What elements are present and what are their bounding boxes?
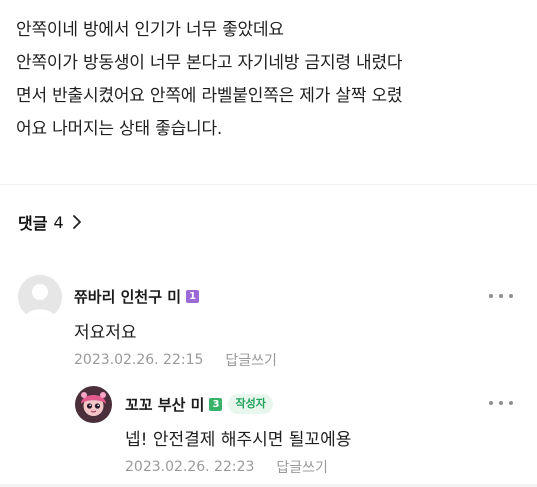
reply-item: 꼬꼬 부산 미 3 작성자 넵! 안전결제 해주시면 될꼬에용 2023.02.…	[0, 0, 537, 480]
character-avatar-icon	[75, 386, 112, 423]
author-badge: 작성자	[228, 394, 273, 414]
comment-date: 2023.02.26. 22:23	[125, 459, 255, 475]
comment-meta: 2023.02.26. 22:23 답글쓰기	[125, 457, 328, 477]
more-options-icon[interactable]	[489, 398, 513, 408]
level-badge: 3	[209, 397, 223, 411]
avatar[interactable]	[75, 386, 112, 423]
comment-nickname[interactable]: 꼬꼬 부산 미	[125, 394, 204, 415]
comment-author-row: 꼬꼬 부산 미 3 작성자	[125, 393, 273, 415]
comment-text: 넵! 안전결제 해주시면 될꼬에용	[125, 430, 352, 450]
reply-button[interactable]: 답글쓰기	[276, 457, 328, 477]
